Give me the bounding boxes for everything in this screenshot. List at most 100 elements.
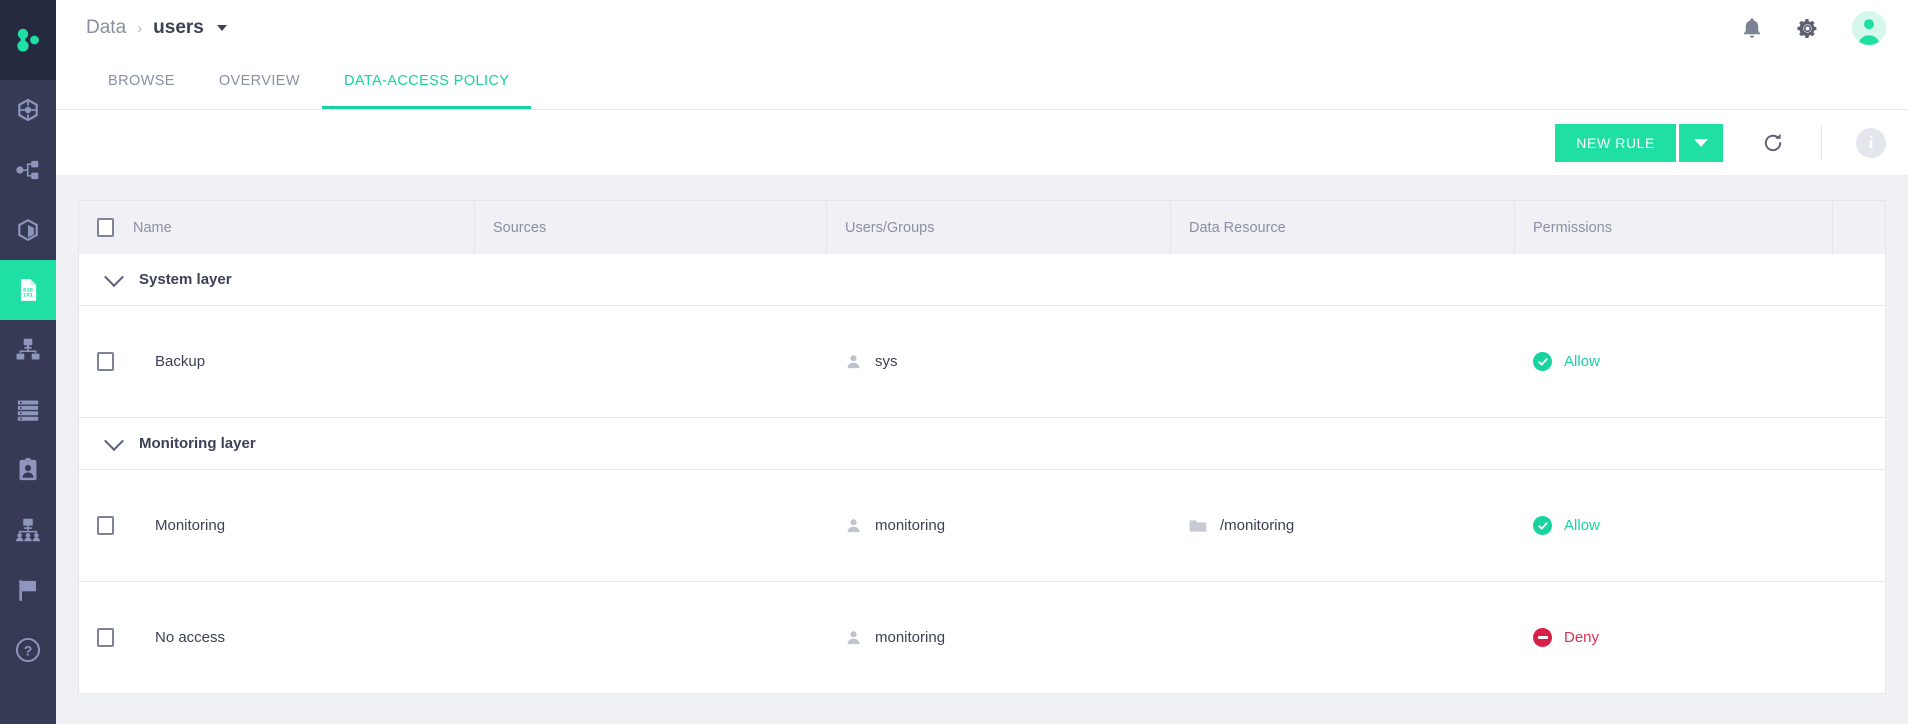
rule-name: Backup	[155, 353, 206, 370]
breadcrumb-root[interactable]: Data	[86, 17, 126, 39]
data-resource-value: /monitoring	[1189, 517, 1294, 534]
column-header-sources[interactable]: Sources	[475, 201, 827, 254]
select-all-cell	[79, 201, 115, 254]
sidebar-item-cube-network[interactable]	[0, 80, 56, 140]
user-group-value: sys	[845, 353, 898, 370]
tab-browse[interactable]: BROWSE	[86, 56, 197, 109]
hierarchy-icon	[16, 160, 39, 180]
binary-file-icon: 010 101	[20, 279, 37, 301]
id-badge-icon	[19, 458, 37, 481]
user-group-value: monitoring	[845, 629, 945, 646]
table-row[interactable]: No access monitoring Deny	[78, 582, 1886, 694]
table-area: Name Sources Users/Groups Data Resource …	[56, 176, 1908, 724]
refresh-icon	[1764, 133, 1782, 151]
table-row[interactable]: Backup sys Allow	[78, 306, 1886, 418]
notifications-icon	[1744, 18, 1760, 38]
sidebar-item-cluster[interactable]	[0, 320, 56, 380]
folder-icon	[1189, 519, 1207, 532]
group-header-monitoring-layer[interactable]: Monitoring layer	[78, 418, 1886, 470]
table-row[interactable]: Monitoring monitoring /monitoring Allow	[78, 470, 1886, 582]
allow-check-icon	[1533, 352, 1552, 371]
permission-label: Allow	[1564, 517, 1600, 534]
cell-name: Backup	[115, 306, 475, 417]
user-icon	[847, 631, 860, 645]
info-button[interactable]: i	[1856, 127, 1886, 158]
svg-text:101: 101	[23, 292, 34, 299]
chevron-down-icon[interactable]	[104, 266, 124, 287]
cell-row-actions[interactable]	[1833, 582, 1885, 693]
cell-data-resource: /monitoring	[1171, 470, 1515, 581]
column-header-permissions[interactable]: Permissions	[1515, 201, 1833, 254]
row-checkbox[interactable]	[97, 352, 114, 371]
avatar-icon	[1852, 11, 1886, 45]
user-icon	[847, 519, 860, 533]
avatar[interactable]	[1852, 11, 1886, 45]
chevron-down-icon[interactable]	[104, 430, 124, 451]
new-rule-dropdown-button[interactable]	[1679, 123, 1723, 162]
user-icon	[847, 355, 860, 369]
row-checkbox[interactable]	[97, 628, 114, 647]
tab-bar: BROWSE OVERVIEW DATA-ACCESS POLICY	[56, 56, 1908, 110]
cell-row-actions[interactable]	[1833, 470, 1885, 581]
sidebar-item-teams[interactable]	[0, 500, 56, 560]
breadcrumb-separator-icon: ›	[137, 19, 143, 37]
notifications-button[interactable]	[1741, 16, 1763, 40]
permission-badge: Allow	[1533, 516, 1600, 535]
new-rule-button[interactable]: NEW RULE	[1555, 123, 1676, 162]
column-header-actions	[1833, 201, 1885, 254]
refresh-button[interactable]	[1761, 131, 1785, 155]
group-header-system-layer[interactable]: System layer	[78, 254, 1886, 306]
sidebar-item-data[interactable]: 010 101	[0, 260, 56, 320]
tab-data-access-policy[interactable]: DATA-ACCESS POLICY	[321, 56, 532, 109]
cell-users-groups: monitoring	[827, 470, 1171, 581]
deny-icon	[1533, 628, 1552, 647]
toolbar: NEW RULE i	[56, 110, 1908, 176]
user-group-value: monitoring	[845, 517, 945, 534]
group-label: Monitoring layer	[139, 435, 256, 452]
user-group-text: sys	[875, 353, 898, 370]
row-select-cell	[79, 470, 115, 581]
cell-sources	[475, 582, 827, 693]
breadcrumb-current[interactable]: users	[153, 17, 204, 39]
breadcrumb: Data › users	[86, 17, 227, 39]
select-all-checkbox[interactable]	[97, 218, 114, 237]
sidebar-item-flags[interactable]	[0, 560, 56, 620]
gear-icon	[1797, 18, 1817, 38]
team-icon	[15, 518, 41, 542]
package-icon	[18, 218, 38, 242]
cell-users-groups: monitoring	[827, 582, 1171, 693]
toolbar-divider	[1821, 125, 1822, 160]
cell-data-resource	[1171, 306, 1515, 417]
row-checkbox[interactable]	[97, 516, 114, 535]
data-resource-text: /monitoring	[1220, 517, 1295, 534]
sidebar-item-hierarchy[interactable]	[0, 140, 56, 200]
chevron-down-icon[interactable]	[216, 25, 227, 31]
app-logo[interactable]	[0, 0, 56, 80]
allow-check-icon	[1533, 516, 1552, 535]
cluster-icon	[16, 338, 40, 360]
permission-label: Deny	[1564, 629, 1600, 646]
sidebar-item-package[interactable]	[0, 200, 56, 260]
flag-icon	[19, 580, 37, 601]
cell-users-groups: sys	[827, 306, 1171, 417]
column-header-users-groups[interactable]: Users/Groups	[827, 201, 1171, 254]
cube-network-icon	[18, 98, 38, 122]
settings-button[interactable]	[1796, 17, 1819, 40]
cell-sources	[475, 306, 827, 417]
main-area: Data › users BROWSE OVERVIEW DATA-ACCESS…	[56, 0, 1908, 724]
cell-row-actions[interactable]	[1833, 306, 1885, 417]
column-header-data-resource[interactable]: Data Resource	[1171, 201, 1515, 254]
policy-table: Name Sources Users/Groups Data Resource …	[78, 200, 1886, 694]
app-root: 010 101 ? Data › users BROWSE OVERVIEW D…	[0, 0, 1908, 724]
column-header-name[interactable]: Name	[115, 201, 475, 254]
sidebar-item-help[interactable]: ?	[0, 620, 56, 680]
sidebar-item-identity[interactable]	[0, 440, 56, 500]
cell-name: Monitoring	[115, 470, 475, 581]
tab-overview[interactable]: OVERVIEW	[197, 56, 322, 109]
sidebar-item-servers[interactable]	[0, 380, 56, 440]
cell-permissions: Allow	[1515, 470, 1833, 581]
svg-text:?: ?	[24, 642, 33, 658]
top-bar: Data › users	[56, 0, 1908, 56]
cell-permissions: Allow	[1515, 306, 1833, 417]
sidebar: 010 101 ?	[0, 0, 56, 724]
